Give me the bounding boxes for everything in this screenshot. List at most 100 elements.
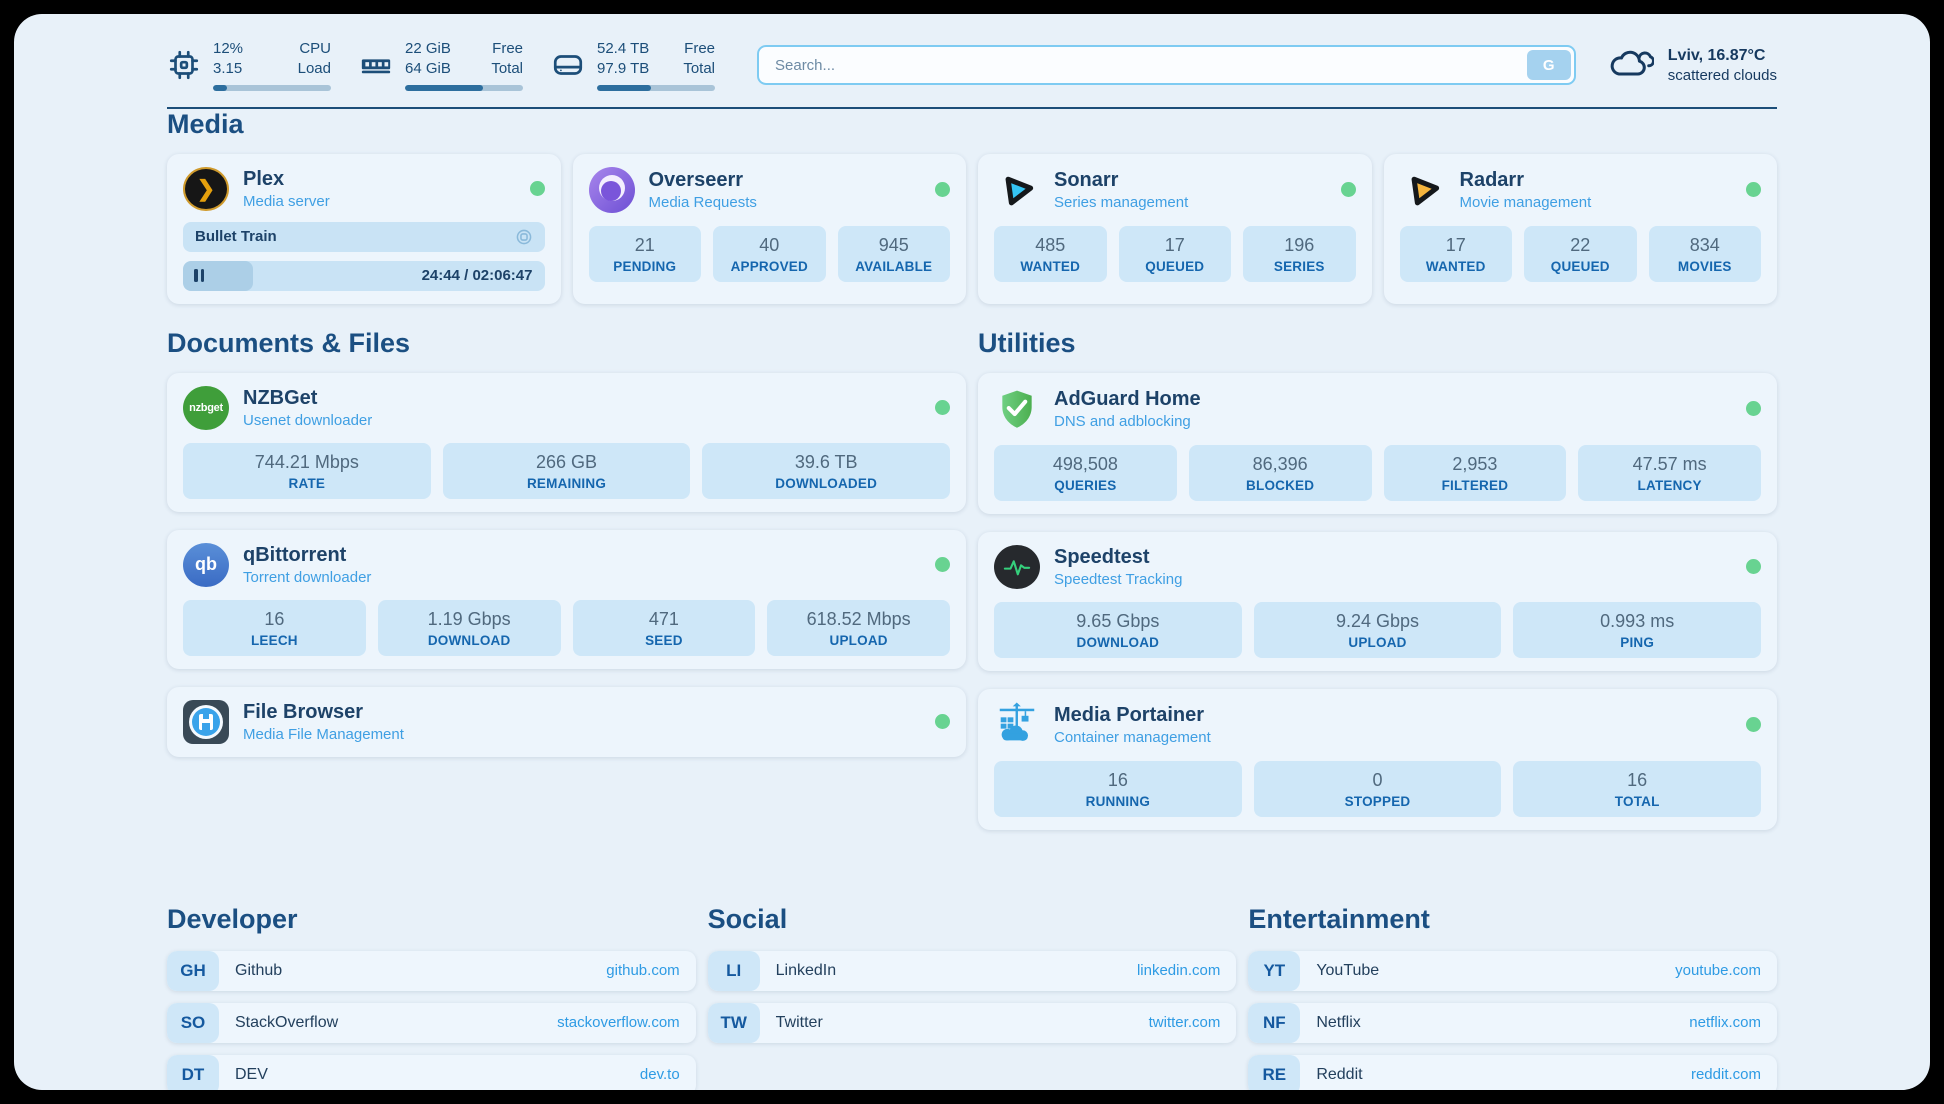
app-description: DNS and adblocking bbox=[1054, 413, 1201, 430]
status-dot bbox=[1746, 401, 1761, 416]
link-url[interactable]: netflix.com bbox=[1689, 1014, 1761, 1031]
now-playing-settings-icon[interactable] bbox=[515, 228, 533, 246]
stat-tile: 2,953 FILTERED bbox=[1384, 445, 1567, 501]
now-playing-row: Bullet Train bbox=[183, 222, 545, 252]
app-card-plex[interactable]: ❯ Plex Media server Bullet Train 24:44 bbox=[167, 154, 561, 304]
app-title: AdGuard Home bbox=[1054, 387, 1201, 411]
app-title: NZBGet bbox=[243, 386, 372, 410]
stat-label: QUERIES bbox=[1000, 478, 1171, 493]
app-description: Torrent downloader bbox=[243, 569, 371, 586]
now-playing-title: Bullet Train bbox=[195, 228, 277, 245]
status-dot bbox=[935, 400, 950, 415]
disk-total: 97.9 TB bbox=[597, 60, 649, 79]
link-url[interactable]: github.com bbox=[606, 962, 679, 979]
app-card-sonarr[interactable]: Sonarr Series management 485 WANTED 17 Q… bbox=[978, 154, 1372, 304]
status-dot bbox=[1746, 717, 1761, 732]
stat-value: 16 bbox=[1519, 770, 1755, 791]
link-url[interactable]: youtube.com bbox=[1675, 962, 1761, 979]
app-title: Sonarr bbox=[1054, 168, 1188, 192]
app-card-portainer[interactable]: Media Portainer Container management 16 … bbox=[978, 689, 1777, 830]
search-input[interactable] bbox=[757, 45, 1576, 85]
ram-widget: 22 GiB Free 64 GiB Total bbox=[359, 40, 523, 91]
disk-icon bbox=[551, 48, 585, 82]
ram-total: 64 GiB bbox=[405, 60, 454, 79]
app-description: Media Requests bbox=[649, 194, 757, 211]
app-description: Movie management bbox=[1460, 194, 1592, 211]
stat-tile: 17 WANTED bbox=[1400, 226, 1513, 282]
link-row-github[interactable]: GH Github github.com bbox=[167, 951, 696, 991]
stat-value: 0 bbox=[1260, 770, 1496, 791]
stat-value: 618.52 Mbps bbox=[773, 609, 944, 630]
stat-value: 485 bbox=[1000, 235, 1101, 256]
stat-label: DOWNLOAD bbox=[1000, 635, 1236, 650]
stat-tile: 0 STOPPED bbox=[1254, 761, 1502, 817]
search-engine-button[interactable]: G bbox=[1527, 50, 1571, 80]
app-card-speedtest[interactable]: Speedtest Speedtest Tracking 9.65 Gbps D… bbox=[978, 532, 1777, 671]
stat-tile: 21 PENDING bbox=[589, 226, 702, 282]
stat-label: REMAINING bbox=[449, 476, 685, 491]
stat-value: 16 bbox=[1000, 770, 1236, 791]
stat-tile: 86,396 BLOCKED bbox=[1189, 445, 1372, 501]
cpu-label-2: Load bbox=[287, 60, 331, 79]
section-title-documents: Documents & Files bbox=[167, 328, 966, 359]
search-bar: G bbox=[757, 45, 1576, 85]
pause-icon[interactable] bbox=[194, 269, 204, 282]
link-url[interactable]: dev.to bbox=[640, 1066, 680, 1083]
app-description: Container management bbox=[1054, 729, 1211, 746]
stat-tile: 618.52 Mbps UPLOAD bbox=[767, 600, 950, 656]
link-row-linkedin[interactable]: LI LinkedIn linkedin.com bbox=[708, 951, 1237, 991]
status-dot bbox=[1746, 182, 1761, 197]
app-card-filebrowser[interactable]: File Browser Media File Management bbox=[167, 687, 966, 757]
stat-tile: 0.993 ms PING bbox=[1513, 602, 1761, 658]
ram-label-1: Free bbox=[488, 40, 523, 59]
stat-tile: 471 SEED bbox=[573, 600, 756, 656]
app-card-nzbget[interactable]: nzbget NZBGet Usenet downloader 744.21 M… bbox=[167, 373, 966, 512]
stat-value: 9.65 Gbps bbox=[1000, 611, 1236, 632]
stat-value: 744.21 Mbps bbox=[189, 452, 425, 473]
portainer-icon bbox=[994, 702, 1040, 748]
stat-tile: 744.21 Mbps RATE bbox=[183, 443, 431, 499]
social-column: Social LI LinkedIn linkedin.com TW Twitt… bbox=[708, 904, 1237, 1091]
app-description: Usenet downloader bbox=[243, 412, 372, 429]
stat-tile: 9.65 Gbps DOWNLOAD bbox=[994, 602, 1242, 658]
link-row-youtube[interactable]: YT YouTube youtube.com bbox=[1248, 951, 1777, 991]
stat-tile: 40 APPROVED bbox=[713, 226, 826, 282]
link-row-dev[interactable]: DT DEV dev.to bbox=[167, 1055, 696, 1091]
link-row-netflix[interactable]: NF Netflix netflix.com bbox=[1248, 1003, 1777, 1043]
disk-widget: 52.4 TB Free 97.9 TB Total bbox=[551, 40, 715, 91]
link-row-twitter[interactable]: TW Twitter twitter.com bbox=[708, 1003, 1237, 1043]
stat-tile: 16 LEECH bbox=[183, 600, 366, 656]
stat-value: 9.24 Gbps bbox=[1260, 611, 1496, 632]
stat-label: RATE bbox=[189, 476, 425, 491]
app-card-qbittorrent[interactable]: qb qBittorrent Torrent downloader 16 LEE… bbox=[167, 530, 966, 669]
stat-label: QUEUED bbox=[1125, 259, 1226, 274]
stat-label: SERIES bbox=[1249, 259, 1350, 274]
stat-label: PENDING bbox=[595, 259, 696, 274]
stat-value: 40 bbox=[719, 235, 820, 256]
link-url[interactable]: reddit.com bbox=[1691, 1066, 1761, 1083]
app-title: File Browser bbox=[243, 700, 404, 724]
section-title-media: Media bbox=[167, 109, 1777, 140]
stat-value: 266 GB bbox=[449, 452, 685, 473]
stat-tile: 498,508 QUERIES bbox=[994, 445, 1177, 501]
weather-location-temp: Lviv, 16.87°C bbox=[1668, 47, 1777, 65]
cpu-load-avg: 3.15 bbox=[213, 60, 253, 79]
app-card-adguard[interactable]: AdGuard Home DNS and adblocking 498,508 … bbox=[978, 373, 1777, 514]
cpu-label-1: CPU bbox=[287, 40, 331, 59]
stat-tile: 1.19 Gbps DOWNLOAD bbox=[378, 600, 561, 656]
app-card-radarr[interactable]: Radarr Movie management 17 WANTED 22 QUE… bbox=[1384, 154, 1778, 304]
stat-label: SEED bbox=[579, 633, 750, 648]
stat-label: BLOCKED bbox=[1195, 478, 1366, 493]
link-url[interactable]: linkedin.com bbox=[1137, 962, 1220, 979]
link-row-stackoverflow[interactable]: SO StackOverflow stackoverflow.com bbox=[167, 1003, 696, 1043]
stat-value: 17 bbox=[1406, 235, 1507, 256]
link-url[interactable]: twitter.com bbox=[1149, 1014, 1221, 1031]
stat-tile: 9.24 Gbps UPLOAD bbox=[1254, 602, 1502, 658]
app-card-overseerr[interactable]: Overseerr Media Requests 21 PENDING 40 A… bbox=[573, 154, 967, 304]
link-row-reddit[interactable]: RE Reddit reddit.com bbox=[1248, 1055, 1777, 1091]
stat-label: LEECH bbox=[189, 633, 360, 648]
link-badge: YT bbox=[1248, 951, 1300, 991]
playback-progress-bar: 24:44 / 02:06:47 bbox=[183, 261, 545, 291]
qbittorrent-icon: qb bbox=[183, 543, 229, 587]
link-url[interactable]: stackoverflow.com bbox=[557, 1014, 680, 1031]
